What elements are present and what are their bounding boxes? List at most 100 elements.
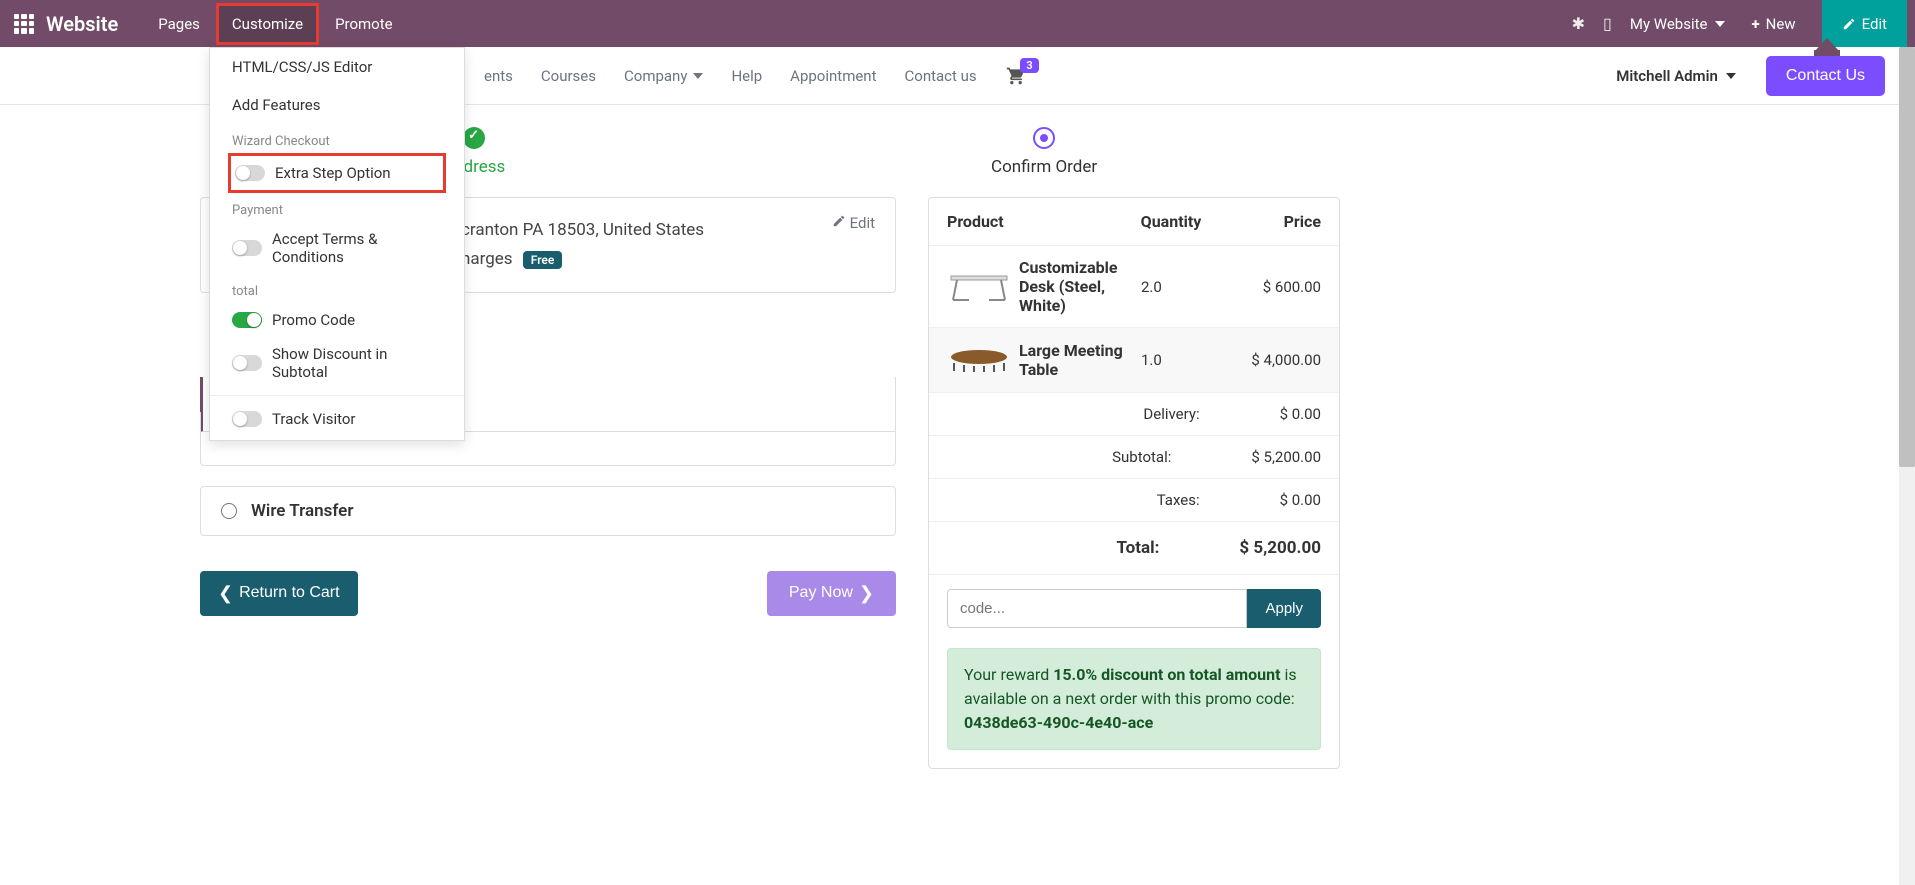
edit-label: Edit	[1862, 15, 1887, 33]
current-step-icon	[1033, 127, 1055, 149]
nav-item-company[interactable]: Company	[624, 67, 703, 85]
edit-address-link[interactable]: Edit	[832, 214, 875, 232]
menu-html-editor[interactable]: HTML/CSS/JS Editor	[210, 48, 464, 86]
charges-text: harges	[461, 249, 513, 269]
subtotal-value: $ 5,200.00	[1251, 448, 1321, 466]
nav-customize[interactable]: Customize	[216, 3, 319, 45]
new-button[interactable]: + New	[1743, 15, 1803, 33]
toggle-extra-step[interactable]: Extra Step Option	[235, 164, 437, 182]
toggle-switch-icon	[232, 411, 262, 427]
toggle-show-discount-label: Show Discount in Subtotal	[272, 345, 442, 381]
website-selector-label: My Website	[1630, 15, 1708, 33]
reward-pre: Your reward	[964, 665, 1053, 684]
toggle-switch-icon	[232, 312, 262, 328]
nav-item-partial[interactable]: ents	[484, 67, 513, 85]
delivery-label: Delivery:	[947, 405, 1280, 423]
nav-pages[interactable]: Pages	[142, 3, 216, 45]
taxes-value: $ 0.00	[1280, 491, 1321, 509]
toggle-switch-icon	[235, 165, 265, 181]
desk-icon	[949, 270, 1009, 304]
nav-item-courses[interactable]: Courses	[541, 67, 596, 85]
product-price: $ 4,000.00	[1211, 351, 1321, 369]
cart-badge: 3	[1020, 58, 1038, 73]
chevron-left-icon: ❮	[218, 583, 233, 604]
nav-item-appointment[interactable]: Appointment	[790, 67, 876, 85]
product-thumb	[947, 267, 1011, 307]
product-price: $ 600.00	[1211, 278, 1321, 296]
section-wizard: Wizard Checkout	[210, 124, 464, 153]
col-price: Price	[1211, 212, 1321, 231]
product-qty: 2.0	[1131, 278, 1211, 296]
nav-item-help[interactable]: Help	[731, 67, 762, 85]
row-taxes: Taxes: $ 0.00	[929, 479, 1339, 522]
order-summary: Product Quantity Price Customizable Desk…	[928, 197, 1340, 769]
toggle-track-visitor[interactable]: Track Visitor	[210, 402, 464, 436]
payment-wire-label: Wire Transfer	[251, 501, 353, 521]
order-row: Large Meeting Table 1.0 $ 4,000.00	[929, 328, 1339, 393]
contact-us-button[interactable]: Contact Us	[1766, 56, 1885, 96]
toggle-show-discount[interactable]: Show Discount in Subtotal	[210, 337, 464, 389]
row-delivery: Delivery: $ 0.00	[929, 393, 1339, 436]
apply-button[interactable]: Apply	[1247, 589, 1321, 628]
toggle-promo-code[interactable]: Promo Code	[210, 303, 464, 337]
user-menu[interactable]: Mitchell Admin	[1616, 67, 1736, 85]
product-thumb	[947, 340, 1011, 380]
divider	[210, 395, 464, 396]
bug-icon[interactable]: ✱	[1572, 14, 1585, 33]
website-selector[interactable]: My Website	[1630, 15, 1726, 33]
checkmark-icon	[463, 127, 485, 149]
radio-wire[interactable]	[221, 503, 237, 519]
scrollbar[interactable]	[1899, 47, 1915, 885]
nav-promote[interactable]: Promote	[319, 3, 409, 45]
nav-company-label: Company	[624, 67, 687, 85]
toggle-accept-terms-label: Accept Terms & Conditions	[272, 230, 442, 266]
menu-add-features[interactable]: Add Features	[210, 86, 464, 124]
nav-item-contact[interactable]: Contact us	[905, 67, 977, 85]
mobile-icon[interactable]: ▯	[1603, 14, 1612, 33]
product-name: Customizable Desk (Steel, White)	[1019, 258, 1131, 315]
promo-input[interactable]	[947, 589, 1247, 628]
pay-label: Pay Now	[789, 584, 853, 602]
col-product: Product	[947, 212, 1131, 231]
product-name: Large Meeting Table	[1019, 341, 1131, 379]
total-value: $ 5,200.00	[1239, 538, 1321, 558]
edit-label: Edit	[850, 214, 875, 232]
address-line: cranton PA 18503, United States	[461, 216, 873, 245]
toggle-track-visitor-label: Track Visitor	[272, 410, 356, 428]
return-label: Return to Cart	[239, 584, 339, 602]
brand-title: Website	[46, 12, 118, 36]
apps-icon[interactable]	[14, 14, 34, 34]
toggle-switch-icon	[232, 355, 262, 371]
customize-dropdown: HTML/CSS/JS Editor Add Features Wizard C…	[209, 47, 465, 441]
cart-button[interactable]: 3	[1005, 66, 1027, 86]
delivery-value: $ 0.00	[1280, 405, 1321, 423]
chevron-down-icon	[1726, 73, 1736, 79]
payment-option-wire[interactable]: Wire Transfer	[200, 486, 896, 536]
topbar: Website Pages Customize Promote ✱ ▯ My W…	[0, 0, 1915, 47]
toggle-promo-label: Promo Code	[272, 311, 355, 329]
table-icon	[949, 345, 1009, 375]
pencil-icon	[832, 214, 846, 228]
free-badge: Free	[523, 251, 563, 269]
toggle-accept-terms[interactable]: Accept Terms & Conditions	[210, 222, 464, 274]
return-to-cart-button[interactable]: ❮ Return to Cart	[200, 571, 358, 616]
plus-icon: +	[1751, 15, 1759, 33]
new-label: New	[1766, 15, 1796, 33]
pencil-icon	[1842, 17, 1856, 31]
order-header: Product Quantity Price	[929, 198, 1339, 246]
scrollbar-thumb[interactable]	[1899, 47, 1915, 467]
step-confirm: Confirm Order	[991, 127, 1097, 177]
row-subtotal: Subtotal: $ 5,200.00	[929, 436, 1339, 479]
step-confirm-label: Confirm Order	[991, 157, 1097, 177]
pay-now-button[interactable]: Pay Now ❯	[767, 571, 896, 616]
highlight-extra-step: Extra Step Option	[228, 153, 446, 193]
reward-code: 0438de63-490c-4e40-ace	[964, 713, 1153, 732]
subtotal-label: Subtotal:	[947, 448, 1251, 466]
section-payment: Payment	[210, 193, 464, 222]
chevron-right-icon: ❯	[859, 583, 874, 604]
col-quantity: Quantity	[1131, 212, 1211, 231]
total-label: Total:	[947, 538, 1239, 558]
row-total: Total: $ 5,200.00	[929, 522, 1339, 575]
toggle-extra-step-label: Extra Step Option	[275, 164, 391, 182]
topbar-right: ✱ ▯ My Website + New Edit	[1572, 0, 1907, 47]
